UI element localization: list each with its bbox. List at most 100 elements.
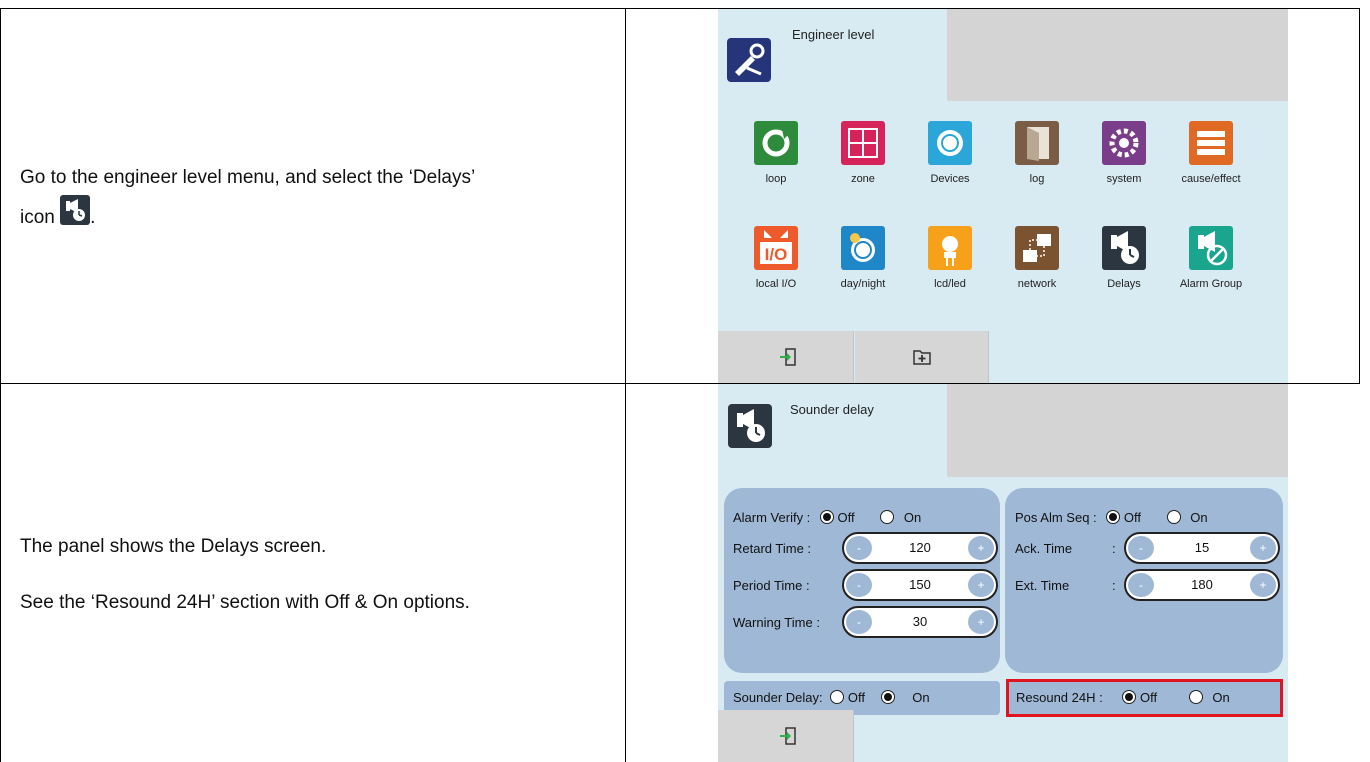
pos-alm-seq-on-label: On	[1190, 510, 1208, 525]
sounder-delay-on-label: On	[912, 690, 930, 705]
pos-alm-seq-on-radio[interactable]	[1166, 510, 1181, 524]
ext-time-plus[interactable]: +	[1250, 573, 1276, 597]
ack-time-value: 15	[1194, 540, 1210, 555]
warning-time-stepper[interactable]: - 30 +	[842, 606, 998, 638]
day-night-icon	[841, 226, 885, 270]
app-day-night[interactable]: day/night	[813, 226, 913, 290]
table-border-left	[0, 8, 1, 762]
step1-icon-suffix: .	[90, 207, 96, 228]
warning-time-plus[interactable]: +	[968, 610, 994, 634]
retard-time-stepper[interactable]: - 120 +	[842, 532, 998, 564]
ack-time-label: Ack. Time	[1015, 541, 1073, 556]
period-time-value: 150	[909, 577, 931, 592]
warning-time-minus[interactable]: -	[846, 610, 872, 634]
retard-time-minus[interactable]: -	[846, 536, 872, 560]
engineer-tools-icon	[727, 38, 771, 82]
delays-screen: Sounder delay Alarm Verify : Off On Reta…	[718, 384, 1288, 762]
app-cause-effect-label: cause/effect	[1181, 173, 1241, 185]
step1-instruction: Go to the engineer level menu, and selec…	[20, 161, 610, 235]
app-system[interactable]: system	[1074, 121, 1174, 185]
sounder-delay-off-label: Off	[847, 690, 865, 705]
loop-icon	[754, 121, 798, 165]
ext-time-minus[interactable]: -	[1128, 573, 1154, 597]
app-log[interactable]: log	[987, 121, 1087, 185]
pos-alm-seq-label: Pos Alm Seq :	[1015, 510, 1097, 525]
cause-effect-icon	[1189, 121, 1233, 165]
devices-icon	[928, 121, 972, 165]
delays-icon	[1102, 226, 1146, 270]
period-time-stepper[interactable]: - 150 +	[842, 569, 998, 601]
pos-alm-seq-off-radio[interactable]	[1106, 510, 1121, 524]
warning-time-value: 30	[912, 614, 928, 629]
system-icon	[1102, 121, 1146, 165]
exit-icon	[780, 727, 796, 745]
engineer-level-info-box	[947, 9, 1288, 101]
app-delays[interactable]: Delays	[1074, 226, 1174, 290]
sounder-delay-off-radio[interactable]	[830, 690, 845, 704]
warning-time-label: Warning Time :	[733, 615, 820, 630]
folder-button[interactable]	[855, 331, 989, 383]
sounder-delay-on-radio[interactable]	[880, 690, 895, 704]
app-local-io[interactable]: I/O local I/O	[726, 226, 826, 290]
app-loop-label: loop	[765, 173, 787, 185]
app-system-label: system	[1106, 173, 1142, 185]
alarm-verify-label: Alarm Verify :	[733, 510, 811, 525]
table-border-col1	[625, 8, 626, 762]
table-border-right	[1359, 8, 1360, 384]
app-network[interactable]: network	[987, 226, 1087, 290]
network-icon	[1015, 226, 1059, 270]
ack-time-plus[interactable]: +	[1250, 536, 1276, 560]
folder-add-icon	[913, 350, 931, 365]
retard-time-plus[interactable]: +	[968, 536, 994, 560]
app-lcd-led-label: lcd/led	[934, 278, 966, 290]
step1-icon-prefix: icon	[20, 207, 55, 228]
step1-text: Go to the engineer level menu, and selec…	[20, 167, 476, 188]
app-local-io-label: local I/O	[755, 278, 797, 290]
local-io-icon-text: I/O	[765, 245, 788, 264]
ack-time-minus[interactable]: -	[1128, 536, 1154, 560]
app-devices[interactable]: Devices	[900, 121, 1000, 185]
exit-button[interactable]	[718, 331, 854, 383]
app-alarm-group[interactable]: Alarm Group	[1161, 226, 1261, 290]
zone-icon	[841, 121, 885, 165]
ack-time-colon: :	[1112, 541, 1116, 556]
delays-info-box	[947, 384, 1288, 477]
delays-icon	[728, 404, 772, 448]
app-zone[interactable]: zone	[813, 121, 913, 185]
resound-24h-highlight	[1006, 679, 1283, 717]
ext-time-stepper[interactable]: - 180 +	[1124, 569, 1280, 601]
app-log-label: log	[1029, 173, 1045, 185]
period-time-plus[interactable]: +	[968, 573, 994, 597]
ext-time-label: Ext. Time	[1015, 578, 1070, 593]
retard-time-value: 120	[909, 540, 931, 555]
exit-icon	[780, 348, 796, 366]
pos-alm-seq-row: Pos Alm Seq : Off On	[1015, 510, 1208, 525]
exit-button[interactable]	[718, 710, 854, 762]
app-delays-label: Delays	[1107, 278, 1141, 290]
sounder-delay-label: Sounder Delay:	[733, 690, 823, 705]
sounder-delay-row: Sounder Delay: Off On	[733, 690, 930, 705]
retard-time-label: Retard Time :	[733, 541, 812, 556]
app-network-label: network	[1017, 278, 1057, 290]
lcd-led-icon	[928, 226, 972, 270]
step2-line1: The panel shows the Delays screen.	[20, 536, 327, 557]
period-time-minus[interactable]: -	[846, 573, 872, 597]
step2-instruction: The panel shows the Delays screen. See t…	[20, 530, 610, 620]
app-day-night-label: day/night	[840, 278, 886, 290]
ack-time-stepper[interactable]: - 15 +	[1124, 532, 1280, 564]
step2-line2: See the ‘Resound 24H’ section with Off &…	[20, 592, 470, 613]
period-time-label: Period Time :	[733, 578, 810, 593]
alarm-verify-off-label: Off	[837, 510, 855, 525]
ext-time-colon: :	[1112, 578, 1116, 593]
alarm-verify-on-radio[interactable]	[880, 510, 895, 524]
delays-icon	[60, 195, 91, 225]
app-loop[interactable]: loop	[726, 121, 826, 185]
alarm-verify-row: Alarm Verify : Off On	[733, 510, 921, 525]
app-cause-effect[interactable]: cause/effect	[1161, 121, 1261, 185]
app-zone-label: zone	[851, 173, 875, 185]
local-io-icon: I/O	[754, 226, 798, 270]
app-lcd-led[interactable]: lcd/led	[900, 226, 1000, 290]
engineer-level-screen: Engineer level loop zone Devices log sys…	[718, 9, 1288, 383]
alarm-verify-off-radio[interactable]	[819, 510, 834, 524]
ext-time-value: 180	[1191, 577, 1213, 592]
